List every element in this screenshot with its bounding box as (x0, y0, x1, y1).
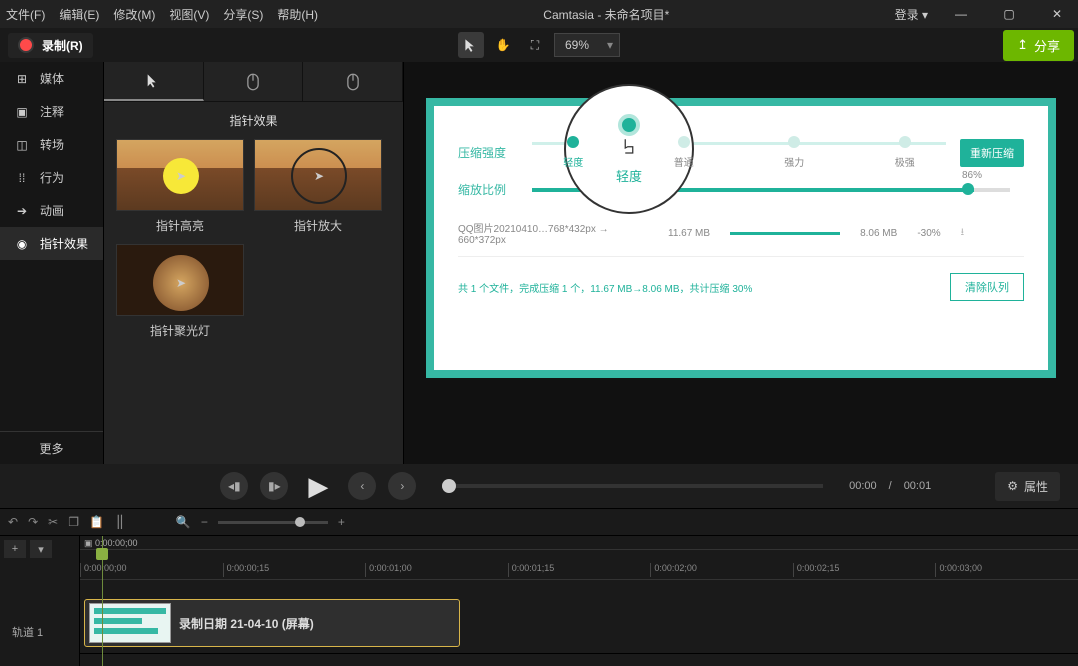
timeline-ruler[interactable]: 0:00:00;00 0:00:00;15 0:00:01;00 0:00:01… (80, 550, 1078, 580)
share-icon: ↥ (1017, 37, 1028, 53)
pointer-tool[interactable] (458, 32, 484, 58)
redo-button[interactable]: ↷ (28, 515, 38, 529)
playback-bar: ◂▮ ▮▸ ▶ ‹ › 00:00 / 00:01 ⚙属性 (0, 464, 1078, 508)
compress-steps: 轻度 普通 强力 极强 (518, 136, 960, 169)
zoom-in-button[interactable]: + (338, 515, 345, 529)
window-title: Camtasia - 未命名项目* (332, 6, 881, 23)
main-toolbar: 录制(R) ✋ ⛶ 69% ↥ 分享 (0, 28, 1078, 62)
effect-thumb-highlight[interactable]: ➤ 指针高亮 (116, 139, 244, 234)
add-track-button[interactable]: + (4, 540, 26, 558)
time-current: 00:00 (849, 480, 877, 492)
timeline-zoom-slider[interactable] (218, 521, 328, 524)
play-button[interactable]: ▶ (300, 468, 336, 504)
timecode-display: ▣ 0:00:00;00 (80, 536, 1078, 550)
menu-share[interactable]: 分享(S) (223, 6, 263, 23)
clear-queue-button: 清除队列 (950, 273, 1024, 301)
track-label[interactable]: 轨道 1 (0, 562, 79, 666)
playback-slider[interactable] (442, 484, 823, 488)
scale-ratio-label: 缩放比例 (458, 181, 518, 198)
share-label: 分享 (1034, 36, 1060, 55)
copy-button[interactable]: ❐ (68, 515, 79, 529)
sidebar-item-cursor-effects[interactable]: ◉指针效果 (0, 227, 103, 260)
sidebar-item-animation[interactable]: ➔动画 (0, 194, 103, 227)
sidebar-item-more[interactable]: 更多 (0, 431, 103, 464)
cursor-tab-pointer[interactable] (104, 62, 204, 101)
annotation-icon: ▣ (14, 104, 30, 120)
effect-thumb-spotlight[interactable]: ➤ 指针聚光灯 (116, 244, 244, 339)
menu-file[interactable]: 文件(F) (6, 6, 45, 23)
record-icon (18, 37, 34, 53)
animation-icon: ➔ (14, 203, 30, 219)
summary-text: 共 1 个文件，完成压缩 1 个，11.67 MB→8.06 MB，共计压缩 3… (458, 280, 752, 295)
share-button[interactable]: ↥ 分享 (1003, 30, 1074, 61)
canvas-area[interactable]: 压缩强度 轻度 普通 强力 极强 重新压缩 缩放比例 86% QQ图片20210 (404, 62, 1078, 464)
cursor-effect-icon: ◉ (14, 236, 30, 252)
sidebar-item-media[interactable]: ⊞媒体 (0, 62, 103, 95)
minimize-button[interactable]: — (946, 7, 976, 21)
record-button[interactable]: 录制(R) (8, 33, 93, 58)
timeline-toolbar: ↶ ↷ ✂ ❐ 📋 ⎥⎢ 🔍 − + (0, 508, 1078, 536)
close-button[interactable]: ✕ (1042, 7, 1072, 21)
sidebar-item-transition[interactable]: ◫转场 (0, 128, 103, 161)
undo-button[interactable]: ↶ (8, 515, 18, 529)
menu-modify[interactable]: 修改(M) (113, 6, 155, 23)
properties-button[interactable]: ⚙属性 (995, 472, 1060, 501)
cursor-tab-right-click[interactable] (303, 62, 403, 101)
gear-icon: ⚙ (1007, 479, 1018, 493)
sidebar: ⊞媒体 ▣注释 ◫转场 ⁞⁞行为 ➔动画 ◉指针效果 更多 (0, 62, 104, 464)
playhead[interactable] (102, 536, 103, 666)
hand-tool[interactable]: ✋ (490, 32, 516, 58)
cut-button[interactable]: ✂ (48, 515, 58, 529)
file-row: QQ图片20210410…768*432px → 660*372px 11.67… (458, 210, 1024, 257)
download-icon: ⭳ (961, 225, 965, 242)
zoom-icon: 🔍 (176, 515, 191, 529)
panel-title: 指针效果 (104, 102, 403, 139)
crop-tool[interactable]: ⛶ (522, 32, 548, 58)
menu-help[interactable]: 帮助(H) (277, 6, 318, 23)
maximize-button[interactable]: ▢ (994, 7, 1024, 21)
time-duration: 00:01 (904, 480, 932, 492)
menu-view[interactable]: 视图(V) (169, 6, 209, 23)
split-button[interactable]: ⎥⎢ (114, 515, 126, 529)
behavior-icon: ⁞⁞ (14, 170, 30, 186)
clip-label: 录制日期 21-04-10 (屏幕) (179, 615, 314, 632)
effect-thumb-magnify[interactable]: ➤ 指针放大 (254, 139, 382, 234)
transition-icon: ◫ (14, 137, 30, 153)
sidebar-item-behavior[interactable]: ⁞⁞行为 (0, 161, 103, 194)
effects-panel: 指针效果 ➤ 指针高亮 ➤ 指针放大 ➤ 指针聚光灯 (104, 62, 404, 464)
recompress-button: 重新压缩 (960, 139, 1024, 167)
menu-edit[interactable]: 编辑(E) (59, 6, 99, 23)
zoom-out-button[interactable]: − (201, 515, 208, 529)
media-icon: ⊞ (14, 71, 30, 87)
step-fwd-button[interactable]: › (388, 472, 416, 500)
step-back-button[interactable]: ‹ (348, 472, 376, 500)
zoom-select[interactable]: 69% (554, 33, 620, 57)
login-dropdown[interactable]: 登录 ▾ (895, 6, 928, 23)
track-menu-button[interactable]: ▾ (30, 540, 52, 558)
timeline-clip[interactable]: 录制日期 21-04-10 (屏幕) (84, 599, 460, 647)
preview-content: 压缩强度 轻度 普通 强力 极强 重新压缩 缩放比例 86% QQ图片20210 (426, 98, 1056, 378)
compress-strength-label: 压缩强度 (458, 144, 518, 161)
timeline: + ▾ 轨道 1 ▣ 0:00:00;00 0:00:00;00 0:00:00… (0, 536, 1078, 666)
sidebar-item-annotation[interactable]: ▣注释 (0, 95, 103, 128)
prev-frame-button[interactable]: ◂▮ (220, 472, 248, 500)
record-label: 录制(R) (42, 37, 83, 54)
cursor-tab-left-click[interactable] (204, 62, 304, 101)
next-frame-button[interactable]: ▮▸ (260, 472, 288, 500)
paste-button[interactable]: 📋 (89, 515, 104, 529)
title-bar: 文件(F) 编辑(E) 修改(M) 视图(V) 分享(S) 帮助(H) Camt… (0, 0, 1078, 28)
